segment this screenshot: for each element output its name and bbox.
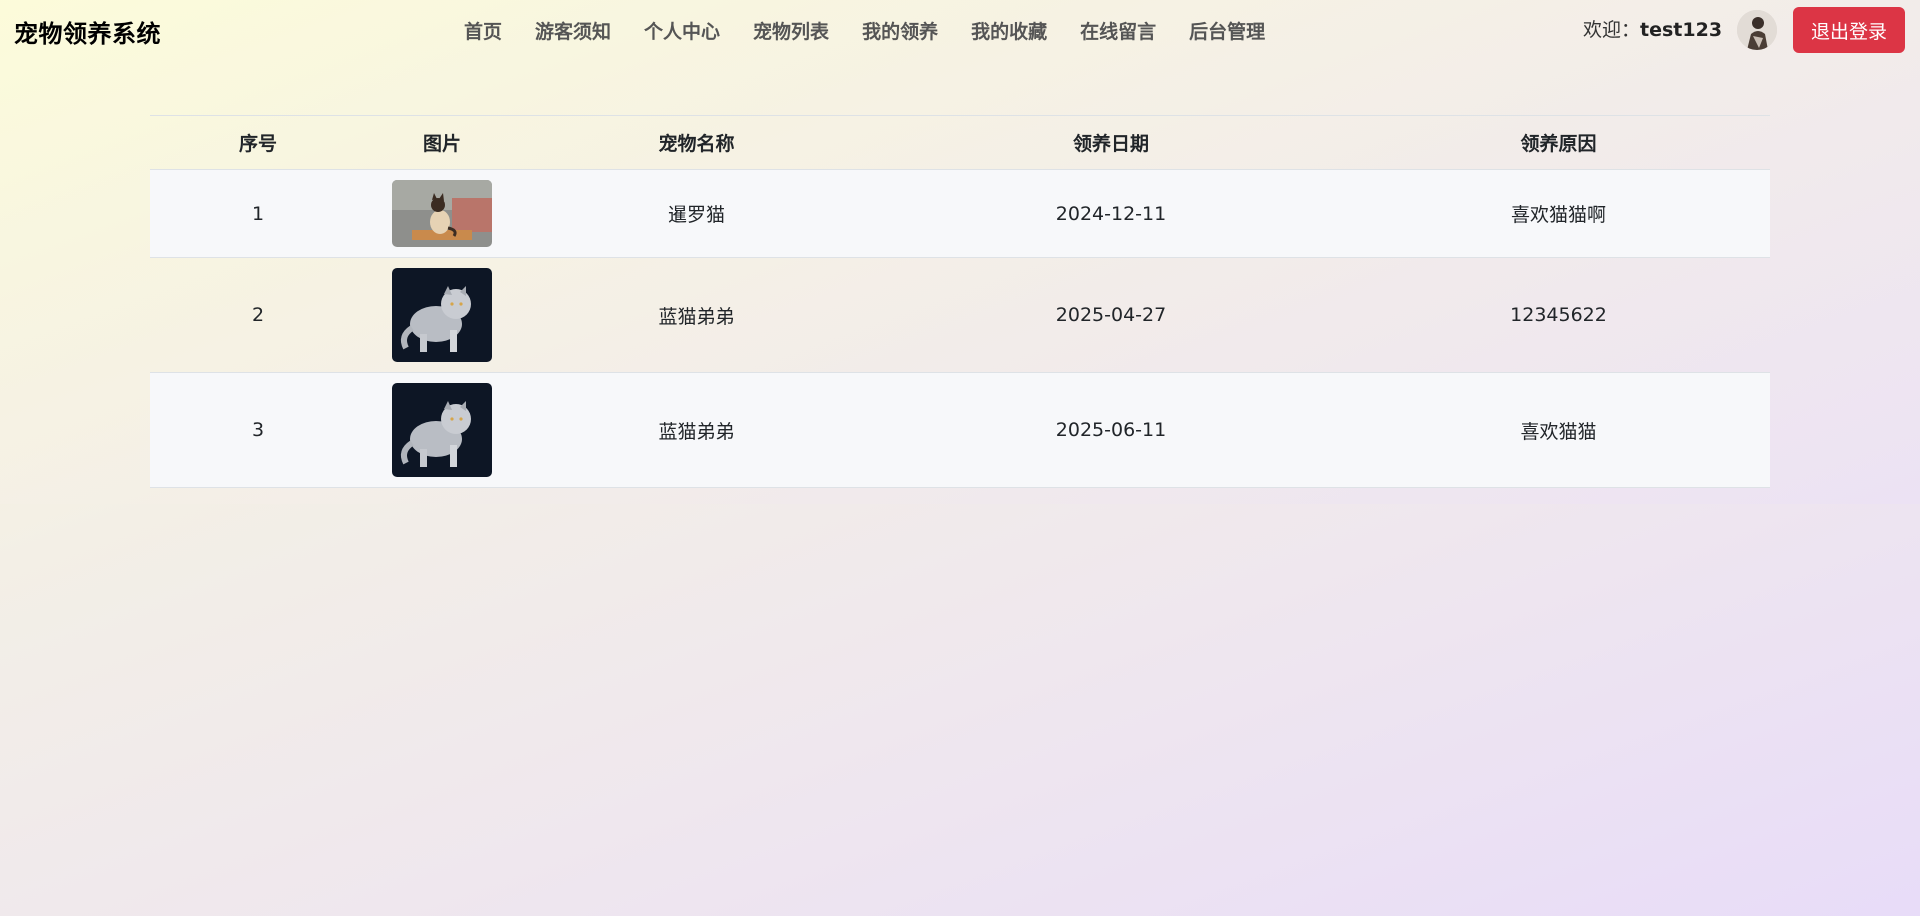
nav-item-online-message[interactable]: 在线留言	[1080, 17, 1156, 44]
cell-image	[366, 372, 518, 488]
siamese-cat-photo	[392, 180, 492, 247]
nav-item-admin[interactable]: 后台管理	[1189, 17, 1265, 44]
blue-cat-photo	[392, 383, 492, 477]
table-header-row: 序号 图片 宠物名称 领养日期 领养原因	[150, 115, 1770, 170]
cell-image	[366, 257, 518, 373]
adoption-table: 序号 图片 宠物名称 领养日期 领养原因 1 暹罗猫 2024-12-11 喜欢…	[150, 115, 1770, 488]
avatar-image	[1737, 10, 1777, 50]
table-row: 1 暹罗猫 2024-12-11 喜欢猫猫啊	[150, 169, 1770, 258]
cell-image	[366, 169, 518, 258]
blue-cat-photo	[392, 268, 492, 362]
column-header-index: 序号	[150, 115, 366, 170]
pet-thumbnail[interactable]	[392, 268, 492, 362]
column-header-image: 图片	[366, 115, 518, 170]
cell-pet-name: 蓝猫弟弟	[518, 257, 875, 373]
cell-pet-name: 暹罗猫	[518, 169, 875, 258]
column-header-adopt-reason: 领养原因	[1347, 115, 1770, 170]
nav-item-personal-center[interactable]: 个人中心	[644, 17, 720, 44]
cell-adopt-date: 2024-12-11	[875, 169, 1347, 258]
cell-index: 3	[150, 372, 366, 488]
pet-thumbnail[interactable]	[392, 180, 492, 247]
welcome-label: 欢迎：	[1583, 19, 1641, 41]
logout-button[interactable]: 退出登录	[1793, 7, 1905, 53]
table-row: 3 蓝猫弟弟 2025-06-11 喜欢猫猫	[150, 372, 1770, 488]
nav-item-my-adoptions[interactable]: 我的领养	[862, 17, 938, 44]
brand-title[interactable]: 宠物领养系统	[14, 14, 161, 49]
main-nav: 首页 游客须知 个人中心 宠物列表 我的领养 我的收藏 在线留言 后台管理	[464, 0, 1298, 60]
welcome-text: 欢迎：test123	[1583, 15, 1722, 42]
cell-adopt-date: 2025-04-27	[875, 257, 1347, 373]
nav-item-my-favorites[interactable]: 我的收藏	[971, 17, 1047, 44]
cell-adopt-reason: 12345622	[1347, 257, 1770, 373]
avatar[interactable]	[1737, 10, 1777, 50]
pet-thumbnail[interactable]	[392, 383, 492, 477]
cell-adopt-reason: 喜欢猫猫	[1347, 372, 1770, 488]
nav-item-home[interactable]: 首页	[464, 17, 502, 44]
nav-item-pet-list[interactable]: 宠物列表	[753, 17, 829, 44]
column-header-pet-name: 宠物名称	[518, 115, 875, 170]
cell-pet-name: 蓝猫弟弟	[518, 372, 875, 488]
cell-adopt-reason: 喜欢猫猫啊	[1347, 169, 1770, 258]
cell-index: 2	[150, 257, 366, 373]
column-header-adopt-date: 领养日期	[875, 115, 1347, 170]
cell-adopt-date: 2025-06-11	[875, 372, 1347, 488]
table-row: 2 蓝猫弟弟 2025-04-27 12345622	[150, 257, 1770, 373]
username: test123	[1640, 19, 1723, 41]
navbar: 宠物领养系统 首页 游客须知 个人中心 宠物列表 我的领养 我的收藏 在线留言 …	[0, 0, 1920, 60]
cell-index: 1	[150, 169, 366, 258]
nav-item-visitor-notice[interactable]: 游客须知	[535, 17, 611, 44]
